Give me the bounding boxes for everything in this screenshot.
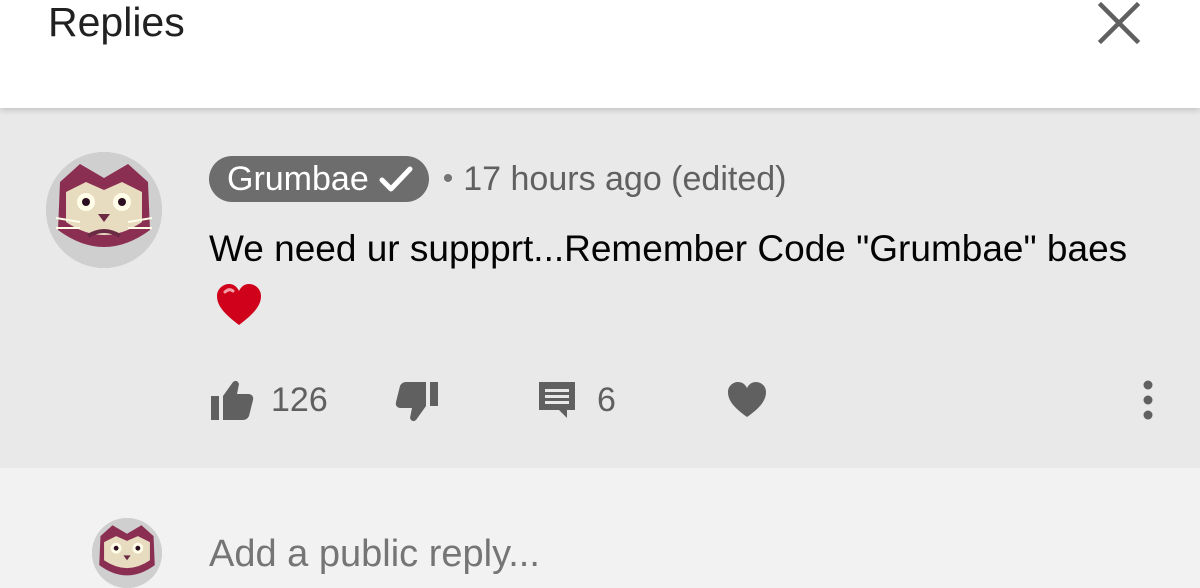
- heart-icon: [728, 382, 766, 417]
- page-title: Replies: [48, 0, 185, 45]
- avatar[interactable]: [46, 152, 162, 268]
- like-count: 126: [271, 380, 328, 419]
- close-icon: [1097, 1, 1141, 45]
- red-heart-emoji-icon: [215, 283, 263, 344]
- comment-actions: 126 6: [0, 370, 1200, 430]
- replies-header: Replies: [0, 0, 1200, 108]
- more-options-button[interactable]: [1136, 378, 1160, 422]
- reply-count: 6: [597, 380, 616, 419]
- reply-button[interactable]: 6: [537, 370, 616, 430]
- more-vert-icon: [1143, 380, 1153, 420]
- comment-timestamp: 17 hours ago (edited): [463, 159, 787, 198]
- author-name: Grumbae: [227, 159, 369, 198]
- grumpy-cat-avatar-image: [92, 518, 162, 588]
- like-button[interactable]: 126: [209, 370, 328, 430]
- comment-text: We need ur suppprt...Remember Code "Grum…: [209, 228, 1128, 269]
- close-button[interactable]: [1092, 0, 1146, 46]
- meta-separator: •: [442, 162, 454, 195]
- author-badge[interactable]: Grumbae: [209, 156, 429, 202]
- grumpy-cat-avatar-image: [46, 152, 162, 268]
- heart-button[interactable]: [726, 378, 768, 422]
- dislike-button[interactable]: [394, 372, 440, 432]
- comment-icon: [539, 382, 575, 418]
- comment-body: We need ur suppprt...Remember Code "Grum…: [209, 220, 1169, 344]
- user-avatar: [92, 518, 162, 588]
- comment-card: Grumbae • 17 hours ago (edited) We need …: [0, 108, 1200, 468]
- thumbs-up-icon: [211, 380, 254, 420]
- check-icon: [379, 164, 413, 194]
- comment-meta: Grumbae • 17 hours ago (edited): [209, 156, 786, 202]
- thumbs-down-icon: [395, 382, 438, 422]
- reply-composer: [0, 468, 1200, 588]
- reply-input[interactable]: [209, 524, 1109, 584]
